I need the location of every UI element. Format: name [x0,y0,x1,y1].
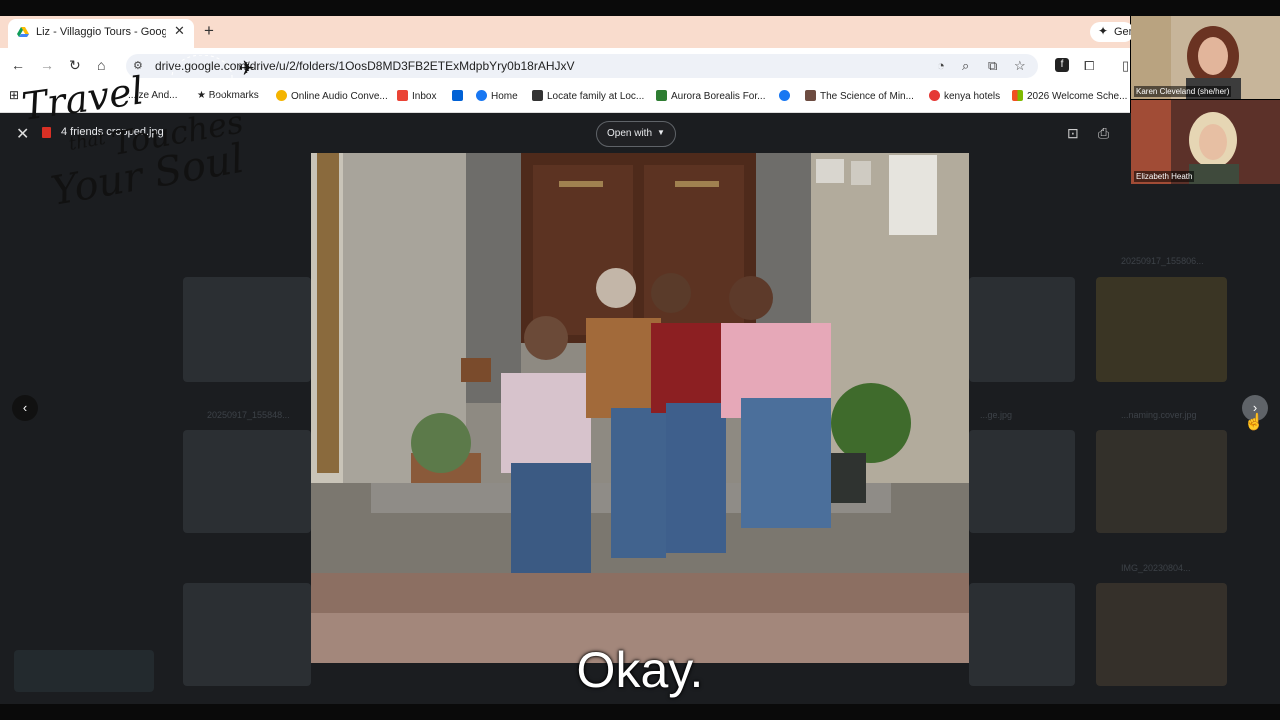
file-label: IMG_20230804... [1121,563,1191,573]
gemini-button[interactable]: ✦ Gen [1090,22,1135,42]
svg-text:that: that [67,128,108,155]
bookmark-welcome-schedule[interactable]: 2026 Welcome Sche... [1012,90,1127,102]
print-icon[interactable]: ⎙ [1098,125,1109,142]
bookmark-locate-family[interactable]: Locate family at Loc... [532,90,644,102]
hand-cursor-icon: ☝ [1244,414,1264,431]
box-icon[interactable] [452,90,467,102]
bottom-letterbox [0,704,1280,720]
new-tab-button[interactable]: + [204,21,214,41]
zoom-icon[interactable]: ⌕ [962,58,969,74]
file-thumbnail [183,277,311,382]
sparkle-icon: ✦ [1098,24,1109,38]
participant-name: Elizabeth Heath [1134,171,1195,182]
chevron-down-icon: ▼ [657,128,665,137]
open-with-button[interactable]: Open with ▼ [596,121,676,147]
file-thumbnail [969,277,1075,382]
four-friends-photo [311,153,969,663]
open-with-label: Open with [607,128,653,139]
file-label: 20250917_155806... [1121,256,1204,266]
participant-tile: Elizabeth Heath [1131,100,1280,184]
file-thumbnail [1096,430,1227,533]
svg-text:Travel: Travel [19,68,146,129]
install-icon[interactable]: ⧉ [988,58,997,74]
sidebar-icon[interactable]: ▯ [1122,58,1129,74]
file-label: ...ge.jpg [980,410,1013,420]
previous-image-button[interactable]: ‹ [12,395,38,421]
performance-icon[interactable]: ◔ [937,58,945,73]
font-extension-icon[interactable]: f [1055,58,1069,72]
add-comment-icon[interactable]: ⊡ [1067,125,1079,142]
preview-photo [311,153,969,663]
file-label: 20250917_155848... [207,410,290,420]
facebook-icon[interactable] [779,90,794,102]
bookmark-online-audio[interactable]: Online Audio Conve... [276,90,388,102]
bookmark-home[interactable]: Home [476,90,518,102]
extensions-icon[interactable]: ⧠ [1084,58,1094,74]
participant-tile: Karen Cleveland (she/her) [1131,16,1280,99]
file-thumbnail [969,430,1075,533]
file-thumbnail [1096,277,1227,382]
travel-that-touches-your-soul-logo: ✈ Travel that Touches Your Soul [19,55,255,215]
bookmark-kenya-hotels[interactable]: kenya hotels [929,90,1000,102]
bookmark-aurora[interactable]: Aurora Borealis For... [656,90,765,102]
bookmark-star-icon[interactable]: ☆ [1014,58,1026,74]
tab-title: Liz - Villaggio Tours - Google D [36,26,166,38]
close-tab-icon[interactable]: ✕ [174,23,185,39]
bookmark-science[interactable]: The Science of Min... [805,90,914,102]
top-letterbox [0,0,1280,16]
google-drive-icon [17,27,29,37]
participant-name: Karen Cleveland (she/her) [1134,86,1232,97]
svg-text:✈: ✈ [238,56,255,80]
file-label: ...naming.cover.jpg [1121,410,1197,420]
file-thumbnail [183,430,311,533]
bookmark-inbox[interactable]: Inbox [397,90,436,102]
subtitle-caption: Okay. [576,642,704,698]
